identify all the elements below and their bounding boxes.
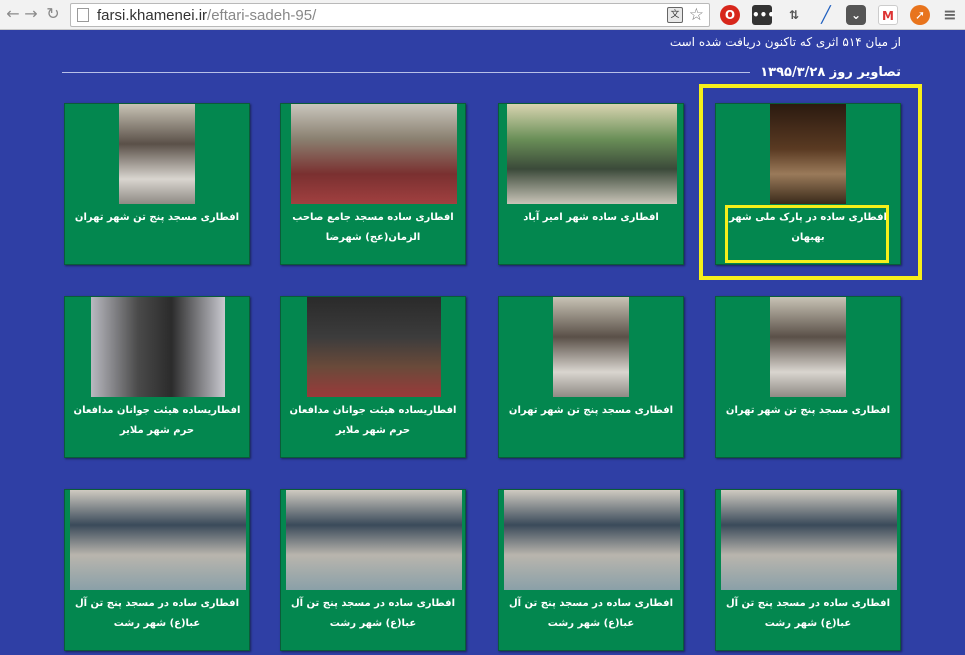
card-caption[interactable]: افطاری ساده در مسجد پنج تن آل عبا(ع) شهر… (69, 594, 245, 634)
pen-icon[interactable]: ╱ (816, 5, 836, 25)
card-caption[interactable]: افطاری ساده در مسجد پنج تن آل عبا(ع) شهر… (503, 594, 679, 634)
photo-thumbnail[interactable] (307, 297, 441, 397)
gallery-card[interactable]: افطاری مسجد پنج تن شهر تهران (64, 103, 250, 265)
photo-thumbnail[interactable] (91, 297, 225, 397)
card-caption[interactable]: افطاری ساده شهر امیر آباد (503, 208, 679, 228)
back-arrow-icon[interactable]: ← (4, 5, 22, 23)
gallery-card[interactable]: افطاری مسجد پنج تن شهر تهران (498, 296, 684, 458)
card-caption[interactable]: افطاریساده هیئت جوانان مدافعان حرم شهر م… (69, 401, 245, 441)
gallery-card[interactable]: افطاری ساده در مسجد پنج تن آل عبا(ع) شهر… (64, 489, 250, 651)
gallery-card[interactable]: افطاری ساده در مسجد پنج تن آل عبا(ع) شهر… (280, 489, 466, 651)
rocket-icon[interactable]: ➚ (910, 5, 930, 25)
photo-thumbnail[interactable] (286, 490, 462, 590)
card-caption[interactable]: افطاری مسجد پنج تن شهر تهران (69, 208, 245, 228)
gallery-card[interactable]: افطاری ساده شهر امیر آباد (498, 103, 684, 265)
photo-thumbnail[interactable] (70, 490, 246, 590)
forward-arrow-icon[interactable]: → (22, 5, 40, 23)
date-title: تصاویر روز ۱۳۹۵/۳/۲۸ (760, 65, 901, 80)
gallery-card[interactable]: افطاری مسجد پنج تن شهر تهران (715, 296, 901, 458)
highlight-box-inner (725, 205, 889, 263)
url-text[interactable]: farsi.khamenei.ir/eftari-sadeh-95/ (97, 7, 316, 24)
reload-icon[interactable]: ↻ (44, 5, 62, 23)
gmail-icon[interactable]: M (878, 5, 898, 25)
address-bar[interactable]: farsi.khamenei.ir/eftari-sadeh-95/ 文 ☆ (70, 3, 710, 27)
card-caption[interactable]: افطاری مسجد پنج تن شهر تهران (503, 401, 679, 421)
card-caption[interactable]: افطاری ساده در مسجد پنج تن آل عبا(ع) شهر… (285, 594, 461, 634)
dots-icon[interactable]: ••• (752, 5, 775, 25)
photo-thumbnail[interactable] (721, 490, 897, 590)
menu-icon[interactable]: ≡ (940, 5, 960, 25)
card-caption[interactable]: افطاریساده هیئت جوانان مدافعان حرم شهر م… (285, 401, 461, 441)
header-text: از میان ۵۱۴ اثری که تاکنون دریافت شده اس… (669, 35, 901, 49)
translate-icon[interactable]: 文 (667, 7, 683, 23)
photo-thumbnail[interactable] (504, 490, 680, 590)
gallery-card[interactable]: افطاریساده هیئت جوانان مدافعان حرم شهر م… (280, 296, 466, 458)
page-icon (77, 8, 89, 22)
divider (62, 72, 750, 73)
gallery-card[interactable]: افطاری ساده در مسجد پنج تن آل عبا(ع) شهر… (498, 489, 684, 651)
photo-thumbnail[interactable] (119, 104, 195, 204)
bookmark-star-icon[interactable]: ☆ (689, 5, 704, 25)
browser-toolbar: ← → ↻ farsi.khamenei.ir/eftari-sadeh-95/… (0, 0, 965, 30)
photo-thumbnail[interactable] (507, 104, 677, 204)
card-caption[interactable]: افطاری مسجد پنج تن شهر تهران (720, 401, 896, 421)
card-caption[interactable]: افطاری ساده در مسجد پنج تن آل عبا(ع) شهر… (720, 594, 896, 634)
photo-thumbnail[interactable] (770, 297, 846, 397)
photo-thumbnail[interactable] (291, 104, 457, 204)
card-caption[interactable]: افطاری ساده مسجد جامع صاحب الزمان(عج) شه… (285, 208, 461, 248)
gallery-card[interactable]: افطاری ساده مسجد جامع صاحب الزمان(عج) شه… (280, 103, 466, 265)
gallery-card[interactable]: افطاری ساده در مسجد پنج تن آل عبا(ع) شهر… (715, 489, 901, 651)
download-icon[interactable]: ⇅ (784, 5, 804, 25)
opera-icon[interactable]: O (720, 5, 740, 25)
gallery-card[interactable]: افطاریساده هیئت جوانان مدافعان حرم شهر م… (64, 296, 250, 458)
pocket-icon[interactable]: ⌄ (846, 5, 866, 25)
photo-thumbnail[interactable] (553, 297, 629, 397)
